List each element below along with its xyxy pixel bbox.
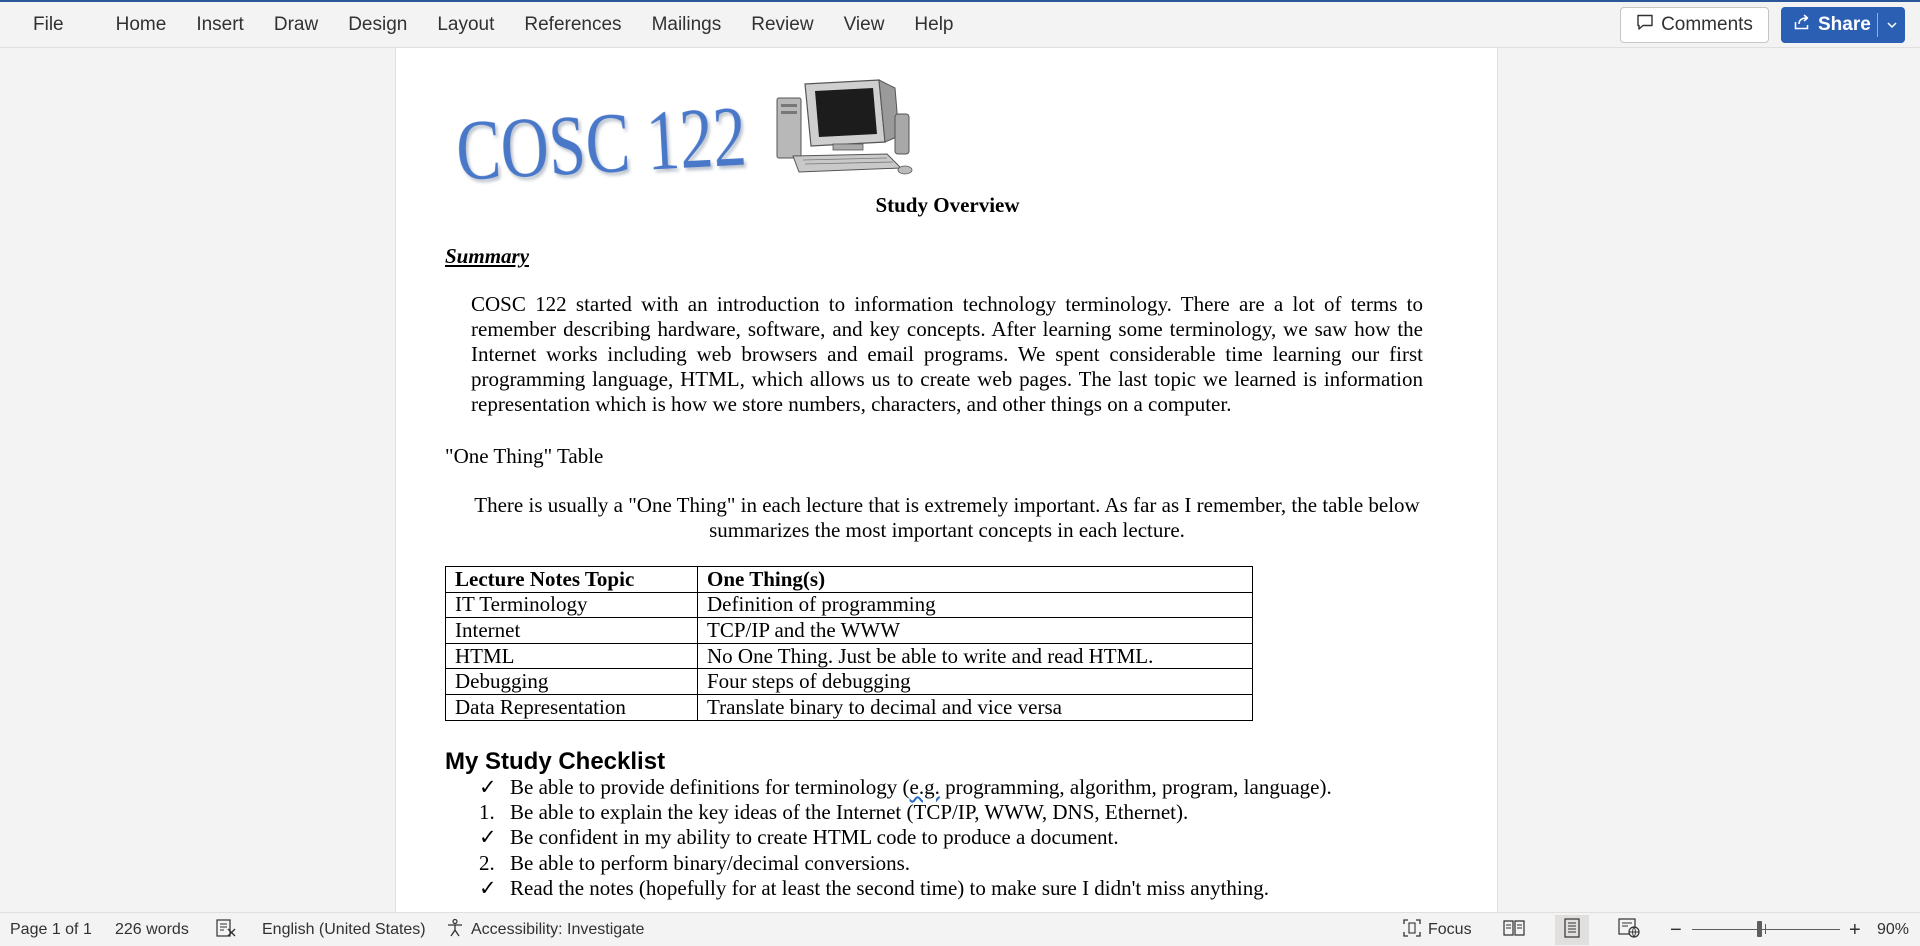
tab-home[interactable]: Home xyxy=(101,14,182,36)
tab-design[interactable]: Design xyxy=(333,14,422,36)
tab-view[interactable]: View xyxy=(829,14,900,36)
zoom-slider-thumb[interactable] xyxy=(1757,921,1762,937)
table-header-cell: One Thing(s) xyxy=(697,566,1253,593)
comment-icon xyxy=(1636,13,1654,37)
table-header-row: Lecture Notes Topic One Thing(s) xyxy=(445,566,1253,593)
word-count[interactable]: 226 words xyxy=(115,913,189,946)
table-intro-paragraph: There is usually a "One Thing" in each l… xyxy=(474,493,1420,542)
checkmark-icon: ✓ xyxy=(479,875,497,900)
comments-button[interactable]: Comments xyxy=(1620,7,1769,43)
table-cell: Data Representation xyxy=(445,693,698,721)
table-row: Data Representation Translate binary to … xyxy=(445,693,1253,721)
accessibility-icon xyxy=(445,918,465,943)
zoom-slider-track[interactable] xyxy=(1692,929,1840,930)
computer-icon xyxy=(776,79,913,175)
zoom-out-button[interactable]: − xyxy=(1670,913,1682,946)
table-row: Debugging Four steps of debugging xyxy=(445,668,1253,695)
list-item-text: Be confident in my ability to create HTM… xyxy=(510,825,1119,850)
zoom-in-button[interactable]: + xyxy=(1849,913,1861,946)
proofing-icon xyxy=(215,918,237,943)
page-count[interactable]: Page 1 of 1 xyxy=(10,913,92,946)
checkmark-icon: ✓ xyxy=(479,825,497,850)
web-layout-button[interactable] xyxy=(1612,915,1646,945)
list-item-text: Be able to provide definitions for termi… xyxy=(510,775,1332,799)
tab-mailings[interactable]: Mailings xyxy=(637,14,737,36)
grammar-flag[interactable]: e.g. xyxy=(910,775,940,799)
zoom-slider-tick xyxy=(1765,924,1766,934)
summary-heading: Summary xyxy=(445,244,530,268)
list-number: 1. xyxy=(479,800,495,825)
table-cell: Translate binary to decimal and vice ver… xyxy=(697,693,1253,721)
share-icon xyxy=(1793,13,1811,37)
comments-label: Comments xyxy=(1661,14,1753,35)
table-cell: Definition of programming xyxy=(697,591,1253,619)
one-thing-table-heading: "One Thing" Table xyxy=(445,444,604,468)
proofing-status[interactable] xyxy=(215,913,237,946)
read-mode-icon xyxy=(1503,919,1525,942)
list-item-text: Be able to explain the key ideas of the … xyxy=(510,800,1189,825)
document-page[interactable]: COSC 122 Study Overview Summary COSC 122… xyxy=(395,48,1498,912)
table-cell: IT Terminology xyxy=(445,591,698,619)
tab-help[interactable]: Help xyxy=(899,14,968,36)
table-cell: Four steps of debugging xyxy=(697,668,1253,695)
table-cell: HTML xyxy=(445,642,698,670)
accessibility-status[interactable]: Accessibility: Investigate xyxy=(445,913,644,946)
tab-references[interactable]: References xyxy=(509,14,636,36)
course-logo: COSC 122 xyxy=(454,88,749,192)
checklist-heading: My Study Checklist xyxy=(445,748,666,775)
document-canvas[interactable]: COSC 122 Study Overview Summary COSC 122… xyxy=(0,48,1920,912)
summary-paragraph: COSC 122 started with an introduction to… xyxy=(471,292,1423,416)
status-bar: Page 1 of 1 226 words English (United St… xyxy=(0,912,1920,946)
share-button[interactable]: Share xyxy=(1781,7,1905,43)
table-cell: TCP/IP and the WWW xyxy=(697,617,1253,644)
language-status[interactable]: English (United States) xyxy=(262,913,426,946)
tab-draw[interactable]: Draw xyxy=(259,14,333,36)
table-header-cell: Lecture Notes Topic xyxy=(445,566,698,593)
table-row: Internet TCP/IP and the WWW xyxy=(445,617,1253,644)
web-layout-icon xyxy=(1618,917,1640,943)
focus-button[interactable]: Focus xyxy=(1402,913,1472,946)
course-logo-text: COSC 122 xyxy=(454,88,749,192)
checkmark-icon: ✓ xyxy=(479,775,497,799)
tab-review[interactable]: Review xyxy=(736,14,828,36)
table-row: IT Terminology Definition of programming xyxy=(445,591,1253,619)
tab-file[interactable]: File xyxy=(18,14,79,36)
ribbon-tabs: File Home Insert Draw Design Layout Refe… xyxy=(18,2,969,48)
list-item-text: Be able to perform binary/decimal conver… xyxy=(510,850,911,875)
focus-icon xyxy=(1402,918,1422,943)
share-label: Share xyxy=(1818,14,1871,35)
tab-insert[interactable]: Insert xyxy=(181,14,259,36)
ribbon-tab-bar: File Home Insert Draw Design Layout Refe… xyxy=(0,0,1920,48)
list-item-text: Read the notes (hopefully for at least t… xyxy=(510,875,1270,900)
chevron-down-icon[interactable] xyxy=(1878,19,1905,31)
table-row: HTML No One Thing. Just be able to write… xyxy=(445,642,1253,670)
list-number: 2. xyxy=(479,850,495,875)
print-layout-button[interactable] xyxy=(1555,915,1589,945)
table-cell: Debugging xyxy=(445,668,698,695)
share-main[interactable]: Share xyxy=(1781,13,1877,37)
document-title: Study Overview xyxy=(875,193,1020,217)
table-cell: No One Thing. Just be able to write and … xyxy=(697,642,1253,670)
zoom-level[interactable]: 90% xyxy=(1877,913,1909,946)
tab-layout[interactable]: Layout xyxy=(422,14,509,36)
print-layout-icon xyxy=(1563,917,1581,943)
table-cell: Internet xyxy=(445,617,698,644)
one-thing-table: Lecture Notes Topic One Thing(s) IT Term… xyxy=(445,566,1253,721)
read-mode-button[interactable] xyxy=(1497,915,1531,945)
